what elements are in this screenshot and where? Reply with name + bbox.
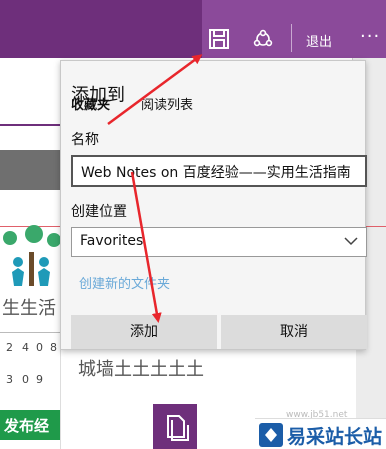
more-button[interactable]: ··· (360, 26, 380, 47)
save-icon[interactable] (208, 28, 230, 50)
watermark: 易采站长站 (255, 418, 386, 449)
background-city-text: 城墙土土土土土 (78, 359, 204, 380)
page-gray-bar (0, 150, 62, 190)
grid-number: 0 (22, 373, 29, 386)
watermark-text: 易采站长站 (287, 426, 383, 448)
tab-favorites[interactable]: 收藏夹 (71, 94, 110, 113)
people-tree-logo (3, 225, 61, 286)
publish-button[interactable]: 发布经 (0, 410, 62, 440)
name-label: 名称 (71, 132, 99, 148)
name-field[interactable]: Web Notes on 百度经验——实用生活指南 (71, 155, 367, 187)
share-icon[interactable] (252, 28, 274, 50)
toolbar-divider (291, 24, 292, 52)
webnote-toolbar: 退出 ··· (0, 0, 386, 58)
publish-label: 发布经 (4, 417, 50, 435)
background-life-text: 生生活 (2, 298, 56, 319)
cancel-button[interactable]: 取消 (221, 315, 367, 349)
add-button[interactable]: 添加 (71, 315, 217, 349)
add-to-favorites-popup: 添加到 收藏夹 阅读列表 名称 Web Notes on 百度经验——实用生活指… (60, 60, 367, 350)
location-select[interactable]: Favorites (71, 227, 367, 257)
location-label: 创建位置 (71, 204, 127, 220)
site-logo-icon (259, 423, 283, 447)
grid-number: 2 (6, 341, 13, 354)
grid-number: 8 (50, 341, 57, 354)
create-new-folder-link[interactable]: 创建新的文件夹 (79, 273, 170, 292)
document-icon (153, 404, 197, 449)
background-number-grid: 2 4 0 8 3 0 9 (0, 332, 62, 398)
tab-reading-list[interactable]: 阅读列表 (141, 94, 193, 113)
grid-number: 3 (6, 373, 13, 386)
location-value: Favorites (80, 233, 144, 249)
chevron-down-icon (344, 237, 358, 246)
exit-button[interactable]: 退出 (306, 31, 332, 50)
page-accent-line (0, 124, 62, 126)
grid-number: 0 (36, 341, 43, 354)
grid-number: 9 (36, 373, 43, 386)
grid-number: 4 (22, 341, 29, 354)
